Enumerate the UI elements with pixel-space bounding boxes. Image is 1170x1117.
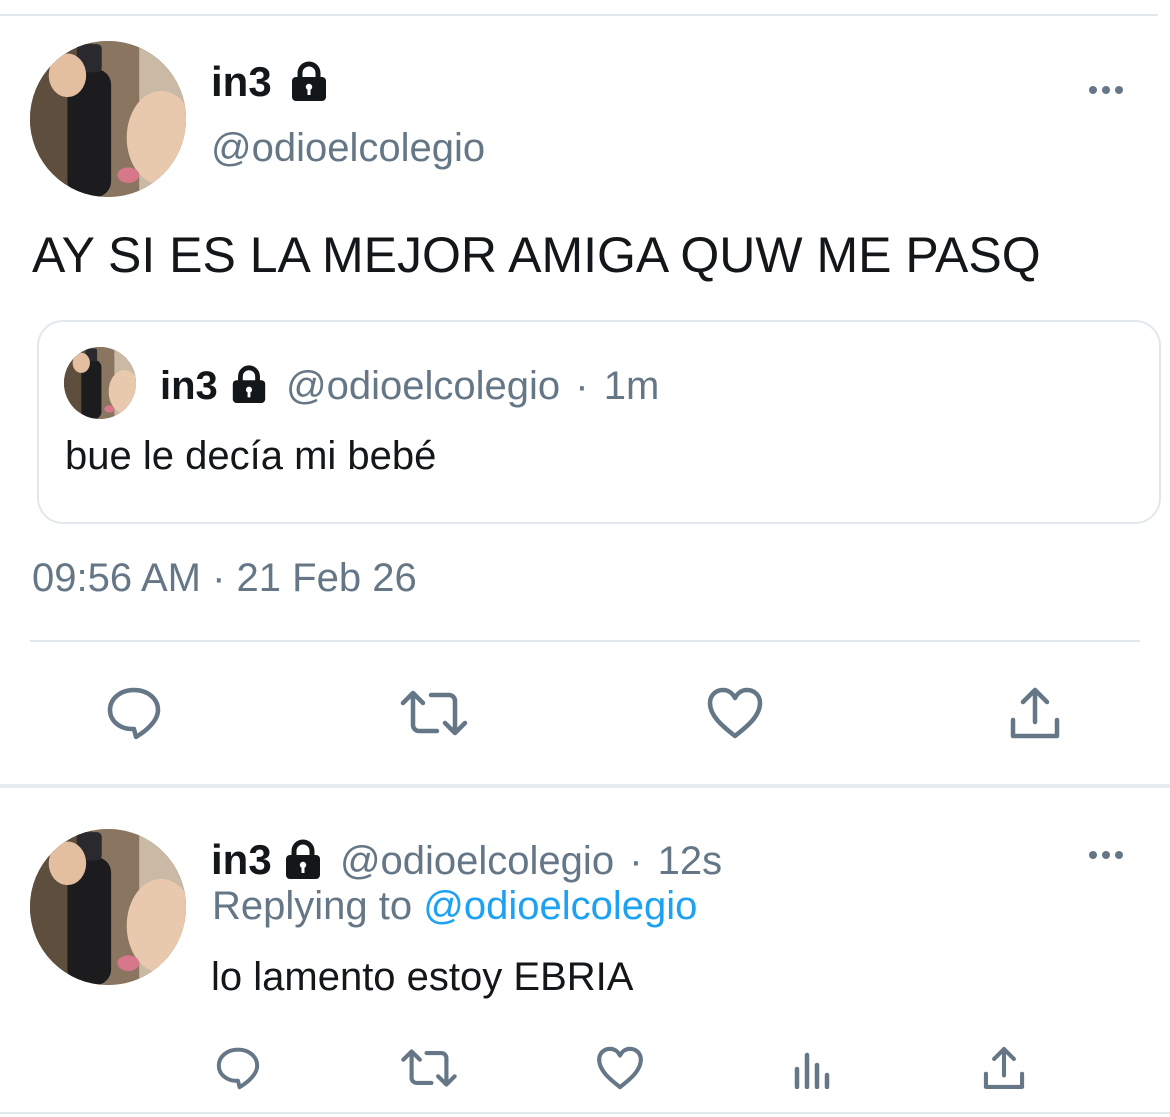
quoted-tweet-card[interactable]: in3 @odioelcolegio · 1m bue le decía mi …	[37, 320, 1161, 524]
reply-separator: ·	[629, 839, 643, 883]
display-name-text: in3	[211, 58, 272, 105]
tweet-text: AY SI ES LA MEJOR AMIGA QUW ME PASQ	[32, 227, 1041, 283]
reply-time: 12s	[657, 839, 723, 883]
reply-display-name: in3	[211, 836, 272, 883]
reply-avatar[interactable]	[30, 829, 186, 985]
reply-icon	[107, 687, 161, 740]
avatar-photo	[30, 41, 186, 197]
retweet-icon	[401, 1049, 457, 1087]
share-button[interactable]	[995, 680, 1075, 746]
tweet-timestamp[interactable]: 09:56 AM · 21 Feb 26	[32, 556, 417, 601]
lock-icon	[285, 839, 320, 880]
like-button[interactable]	[590, 1040, 650, 1096]
replying-to-mention[interactable]: @odioelcolegio	[423, 884, 697, 928]
actions-divider	[30, 640, 1140, 642]
quoted-handle: @odioelcolegio	[286, 364, 561, 408]
reply-icon	[216, 1047, 260, 1090]
share-icon	[1010, 687, 1060, 739]
reply-header[interactable]: in3 @odioelcolegio · 12s	[211, 836, 722, 884]
quoted-time: 1m	[603, 364, 660, 408]
reply-handle: @odioelcolegio	[339, 839, 615, 883]
more-options-icon[interactable]	[1089, 86, 1123, 94]
reply-button[interactable]	[208, 1040, 268, 1096]
lock-icon	[292, 61, 327, 101]
replying-to-label: Replying to	[212, 884, 413, 928]
reply-text: lo lamento estoy EBRIA	[211, 955, 634, 999]
share-button[interactable]	[976, 1040, 1032, 1096]
retweet-button[interactable]	[394, 680, 474, 746]
quoted-header: in3 @odioelcolegio · 1m	[160, 364, 659, 409]
display-name[interactable]: in3	[211, 58, 329, 106]
avatar[interactable]	[30, 41, 186, 197]
like-icon	[707, 687, 763, 739]
bottom-divider	[0, 1112, 1170, 1114]
retweet-icon	[400, 690, 468, 736]
analytics-button[interactable]	[784, 1040, 840, 1096]
quoted-text: bue le decía mi bebé	[65, 434, 437, 478]
analytics-icon	[794, 1052, 830, 1089]
like-button[interactable]	[695, 680, 775, 746]
like-icon	[597, 1046, 643, 1090]
lock-icon	[232, 365, 266, 404]
share-icon	[983, 1047, 1025, 1089]
quoted-separator: ·	[575, 364, 589, 408]
replying-to-line: Replying to @odioelcolegio	[212, 884, 697, 929]
avatar-photo	[64, 347, 136, 419]
retweet-button[interactable]	[396, 1040, 462, 1096]
handle[interactable]: @odioelcolegio	[211, 126, 485, 171]
quoted-avatar	[64, 347, 136, 419]
top-divider	[0, 14, 1158, 16]
more-options-icon[interactable]	[1089, 851, 1123, 859]
quoted-display-name: in3	[160, 364, 218, 408]
avatar-photo	[30, 829, 186, 985]
reply-button[interactable]	[94, 680, 174, 746]
section-divider	[0, 784, 1170, 788]
